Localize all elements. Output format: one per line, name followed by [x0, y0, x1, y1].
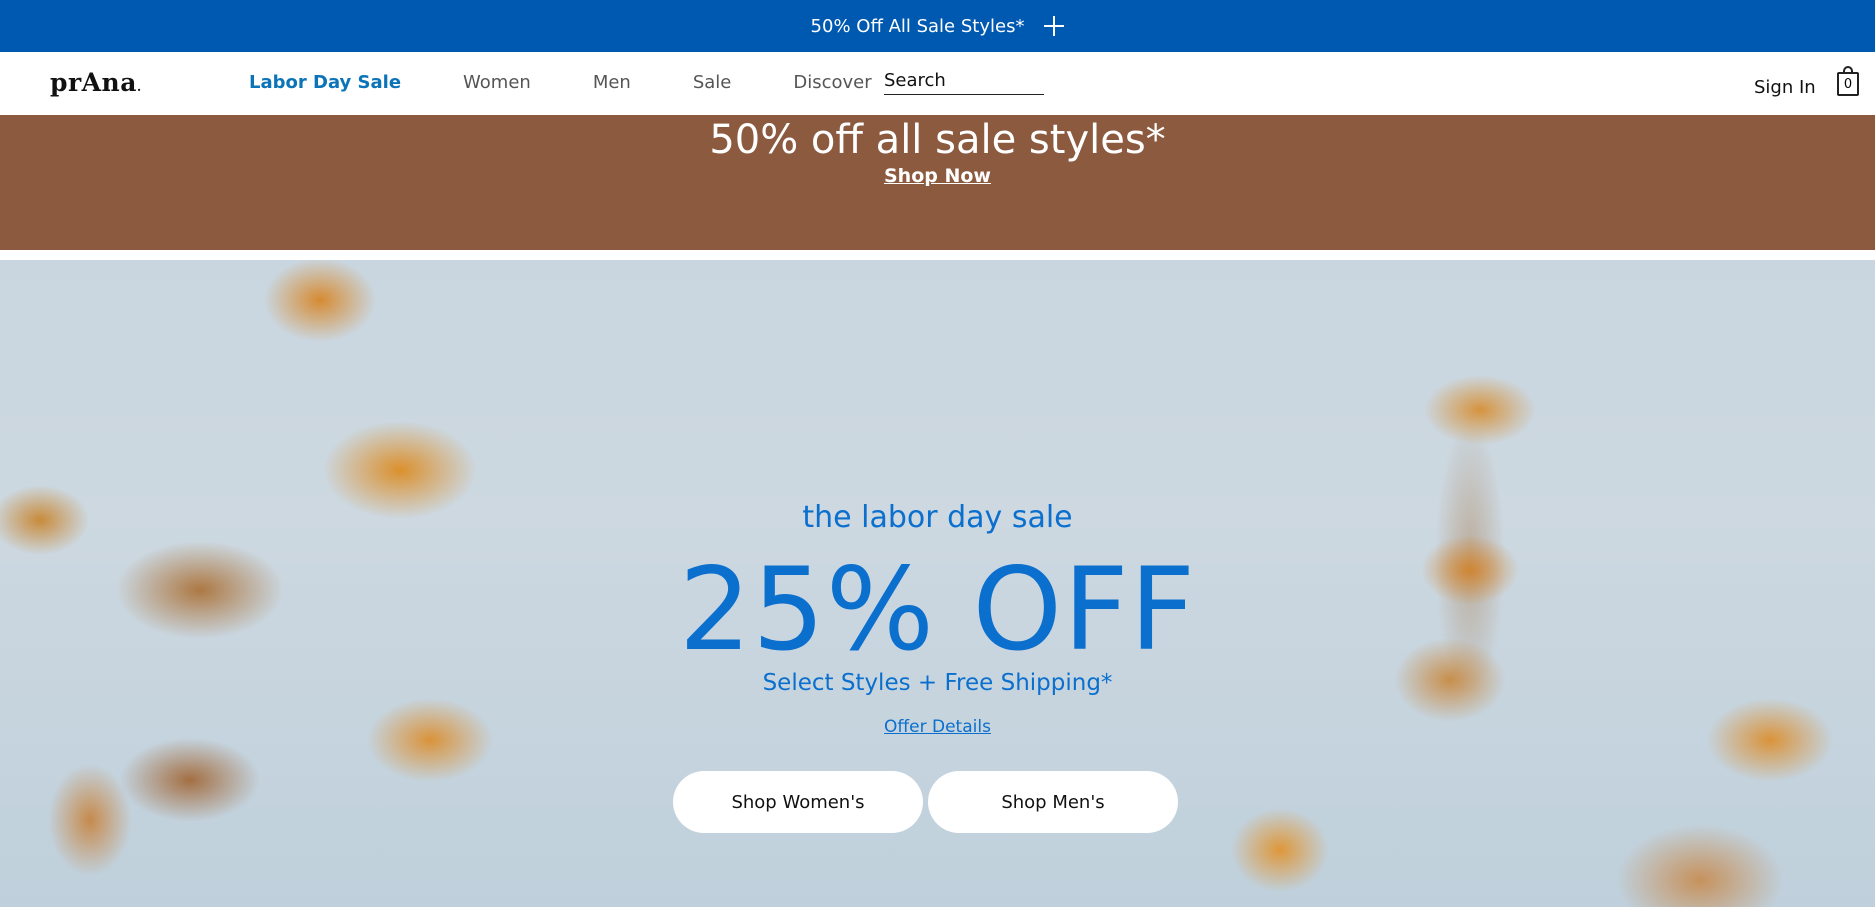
shop-mens-button[interactable]: Shop Men's — [928, 771, 1178, 833]
hero-subheadline: Select Styles + Free Shipping* — [762, 670, 1113, 696]
logo[interactable]: prAna. — [50, 68, 142, 97]
logo-text: prAna — [50, 68, 137, 97]
hero-banner: the labor day sale 25% OFF Select Styles… — [0, 260, 1875, 907]
search-input[interactable] — [884, 70, 1044, 91]
hero-content: the labor day sale 25% OFF Select Styles… — [0, 260, 1875, 907]
promo-bar: 50% Off All Sale Styles* — [0, 0, 1875, 52]
hero-buttons: Shop Women's Shop Men's — [673, 771, 1178, 833]
sale-banner-headline: 50% off all sale styles* — [709, 117, 1166, 163]
hero-eyebrow: the labor day sale — [802, 500, 1073, 535]
main-nav: Labor Day Sale Women Men Sale Discover — [249, 72, 934, 93]
shop-womens-button[interactable]: Shop Women's — [673, 771, 923, 833]
shop-now-link[interactable]: Shop Now — [0, 165, 1875, 187]
sale-banner: 50% off all sale styles* Shop Now — [0, 115, 1875, 250]
nav-item-sale[interactable]: Sale — [693, 72, 732, 93]
offer-details-link[interactable]: Offer Details — [0, 717, 1875, 737]
nav-item-discover[interactable]: Discover — [793, 72, 871, 93]
cart-count: 0 — [1843, 77, 1853, 92]
promo-bar-text[interactable]: 50% Off All Sale Styles* — [811, 16, 1025, 37]
nav-item-men[interactable]: Men — [593, 72, 631, 93]
site-header: prAna. Labor Day Sale Women Men Sale Dis… — [0, 52, 1875, 115]
logo-dot: . — [136, 80, 142, 94]
nav-item-labor-day-sale[interactable]: Labor Day Sale — [249, 72, 401, 93]
hero-headline: 25% OFF — [678, 543, 1197, 676]
nav-item-women[interactable]: Women — [463, 72, 531, 93]
sign-in-link[interactable]: Sign In — [1754, 77, 1816, 98]
shopping-bag-icon[interactable]: 0 — [1837, 66, 1859, 96]
search-box — [884, 70, 1044, 95]
plus-icon[interactable] — [1044, 16, 1065, 36]
